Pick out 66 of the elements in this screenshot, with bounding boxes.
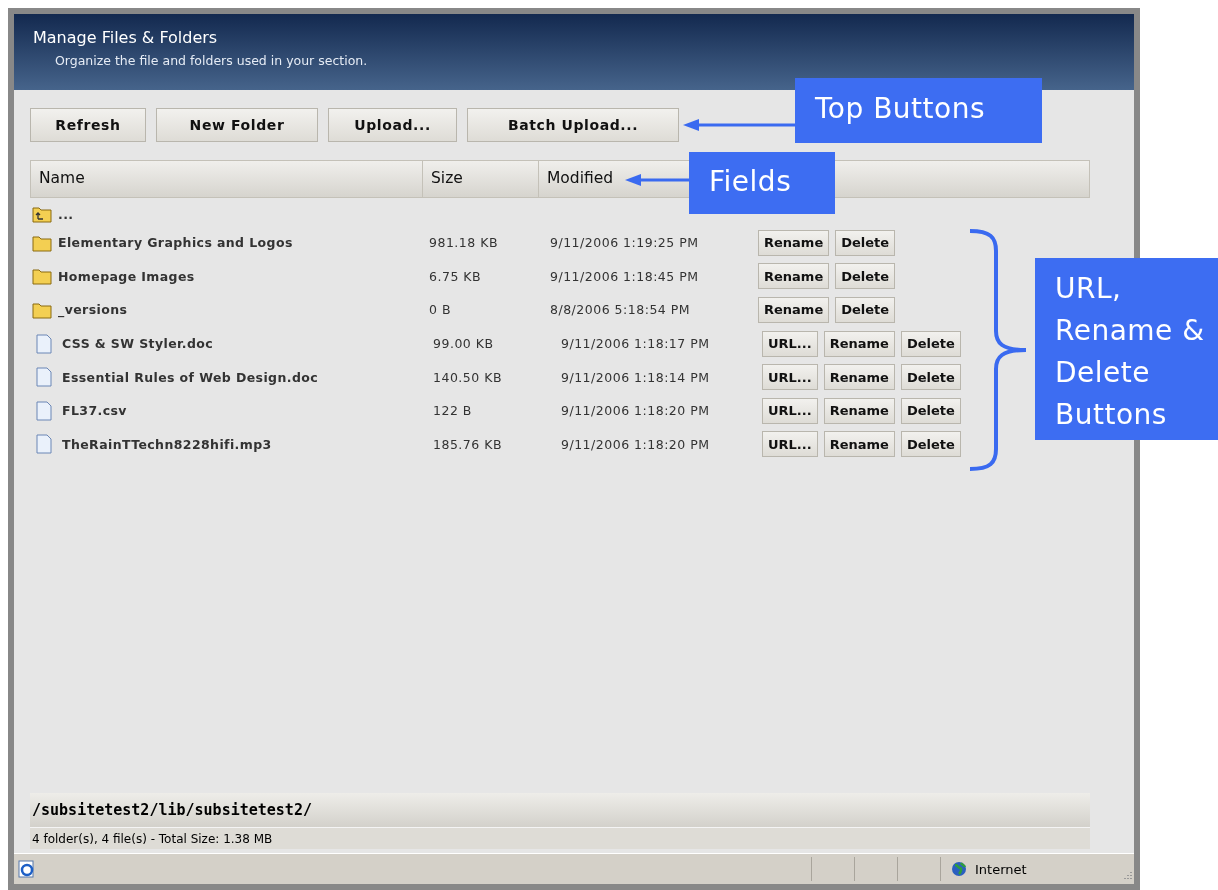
- file-name[interactable]: FL37.csv: [62, 403, 127, 419]
- file-name[interactable]: Elementary Graphics and Logos: [58, 235, 293, 251]
- row-action-button[interactable]: Rename: [823, 330, 895, 357]
- file-name[interactable]: ...: [58, 206, 74, 222]
- zone-label: Internet: [975, 861, 1027, 877]
- file-name[interactable]: _versions: [58, 302, 128, 318]
- toolbar-button[interactable]: New Folder: [156, 108, 318, 142]
- row-action-button[interactable]: URL...: [762, 364, 818, 391]
- column-header[interactable]: Modified: [539, 161, 659, 197]
- document-icon[interactable]: [36, 434, 52, 455]
- toolbar-button[interactable]: Batch Upload...: [467, 108, 679, 142]
- page-title: Manage Files & Folders: [33, 28, 219, 47]
- folder-icon[interactable]: [32, 267, 52, 286]
- file-name[interactable]: Essential Rules of Web Design.doc: [62, 369, 319, 385]
- file-name[interactable]: Homepage Images: [58, 268, 195, 284]
- modified-date: 9/11/2006 1:18:20 PM: [561, 403, 710, 419]
- document-icon[interactable]: [36, 333, 52, 354]
- row-action-button[interactable]: Rename: [823, 431, 895, 458]
- file-size: 981.18 KB: [429, 235, 498, 251]
- document-icon[interactable]: [36, 367, 52, 388]
- row-action-button[interactable]: Delete: [900, 364, 961, 391]
- row-action-button[interactable]: Rename: [758, 263, 830, 290]
- file-size: 0 B: [429, 302, 451, 318]
- page-subtitle: Organize the file and folders used in your section.: [55, 53, 369, 68]
- row-action-button[interactable]: URL...: [762, 330, 818, 357]
- row-action-button[interactable]: Delete: [835, 229, 896, 256]
- row-action-button[interactable]: Rename: [758, 297, 830, 323]
- row-action-button[interactable]: Delete: [900, 330, 961, 357]
- folder-path: /subsitetest2/lib/subsitetest2/: [30, 793, 1090, 827]
- row-action-button[interactable]: URL...: [762, 431, 818, 458]
- modified-date: 9/11/2006 1:18:14 PM: [561, 369, 710, 385]
- modified-date: 9/11/2006 1:18:20 PM: [561, 436, 710, 452]
- row-action-button[interactable]: Delete: [835, 263, 896, 290]
- modified-date: 9/11/2006 1:18:45 PM: [550, 268, 699, 284]
- folder-summary: 4 folder(s), 4 file(s) - Total Size: 1.38 MB: [30, 827, 1090, 849]
- toolbar-button[interactable]: Upload...: [328, 108, 457, 142]
- column-header[interactable]: Size: [423, 161, 539, 197]
- row-action-button[interactable]: Rename: [758, 229, 830, 256]
- annotation-label: URL, Rename & Delete Buttons: [1035, 258, 1218, 440]
- row-action-button[interactable]: URL...: [762, 397, 818, 424]
- row-action-button[interactable]: Delete: [900, 397, 961, 424]
- row-action-button[interactable]: Delete: [900, 431, 961, 458]
- file-name[interactable]: TheRainTTechn8228hifi.mp3: [62, 436, 272, 452]
- row-action-button[interactable]: Rename: [823, 397, 895, 424]
- file-name[interactable]: CSS & SW Styler.doc: [62, 336, 214, 352]
- file-size: 99.00 KB: [433, 336, 494, 352]
- toolbar-button[interactable]: Refresh: [30, 108, 146, 142]
- browser-page-icon: [18, 860, 36, 878]
- folder-icon[interactable]: [32, 233, 52, 252]
- folder-icon[interactable]: [32, 301, 52, 319]
- globe-icon: [951, 861, 967, 877]
- folder-up-icon[interactable]: [32, 205, 52, 223]
- file-size: 122 B: [433, 403, 472, 419]
- modified-date: 9/11/2006 1:18:17 PM: [561, 336, 710, 352]
- modified-date: 9/11/2006 1:19:25 PM: [550, 235, 699, 251]
- annotation-label: Top Buttons: [795, 78, 1042, 143]
- file-size: 6.75 KB: [429, 268, 482, 284]
- annotation-label: Fields: [689, 152, 835, 214]
- modified-date: 8/8/2006 5:18:54 PM: [550, 302, 691, 318]
- file-size: 140.50 KB: [433, 369, 502, 385]
- document-icon[interactable]: [36, 400, 52, 421]
- annotation-arrow: [625, 174, 689, 186]
- row-action-button[interactable]: Delete: [835, 297, 896, 323]
- file-size: 185.76 KB: [433, 436, 502, 452]
- column-header[interactable]: Name: [31, 161, 423, 197]
- row-action-button[interactable]: Rename: [823, 364, 895, 391]
